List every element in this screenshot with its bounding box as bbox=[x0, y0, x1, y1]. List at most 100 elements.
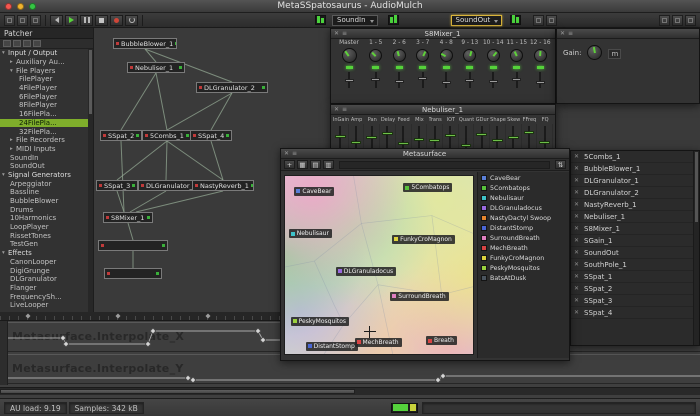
contraption-list-item[interactable]: ✕5Combs_1 bbox=[571, 151, 699, 163]
menu-icon[interactable]: ≡ bbox=[342, 107, 347, 113]
contraption-list-item[interactable]: ✕NastyReverb_1 bbox=[571, 199, 699, 211]
record-button[interactable] bbox=[110, 15, 123, 26]
palette-item[interactable]: 32FilePla... bbox=[0, 127, 88, 136]
remove-icon[interactable]: ✕ bbox=[574, 285, 581, 292]
channel-knob[interactable] bbox=[510, 49, 523, 62]
mini-fader[interactable] bbox=[512, 72, 521, 88]
remove-icon[interactable]: ✕ bbox=[574, 237, 581, 244]
contraption-list-item[interactable]: ✕DLGranulator_1 bbox=[571, 175, 699, 187]
close-icon[interactable]: ✕ bbox=[560, 31, 565, 37]
mini-fader[interactable] bbox=[536, 72, 545, 88]
palette-item[interactable]: LoopPlayer bbox=[0, 223, 88, 232]
palette-item[interactable]: DigiGrunge bbox=[0, 266, 88, 275]
input-port[interactable] bbox=[141, 184, 144, 187]
output-port[interactable] bbox=[262, 86, 265, 89]
dual-view-button[interactable]: ▥ bbox=[323, 160, 334, 169]
input-port[interactable] bbox=[130, 66, 133, 69]
snapshot-list-item[interactable]: FunkyCroMagnon bbox=[478, 253, 569, 263]
patcher-node[interactable]: SSpat_4 bbox=[190, 130, 232, 141]
input-port[interactable] bbox=[195, 184, 198, 187]
palette-item[interactable]: CanonLooper bbox=[0, 258, 88, 267]
snapshot-marker[interactable]: Breath bbox=[426, 336, 457, 345]
patcher-node[interactable]: Nebuliser_1 bbox=[127, 62, 185, 73]
palette-tab[interactable]: Patcher bbox=[0, 28, 93, 39]
rewind-button[interactable] bbox=[50, 15, 63, 26]
palette-item[interactable]: RissetTones bbox=[0, 231, 88, 240]
palette-item[interactable]: 6FilePlayer bbox=[0, 92, 88, 101]
input-port[interactable] bbox=[103, 134, 106, 137]
input-port[interactable] bbox=[199, 86, 202, 89]
stop-button[interactable] bbox=[95, 15, 108, 26]
help-icon[interactable] bbox=[685, 15, 696, 26]
palette-scrollbar[interactable] bbox=[88, 49, 93, 312]
channel-knob[interactable] bbox=[487, 49, 500, 62]
palette-item[interactable]: TestGen bbox=[0, 240, 88, 249]
close-icon[interactable]: ✕ bbox=[334, 107, 339, 113]
snapshot-list-item[interactable]: DLGranuladocus bbox=[478, 203, 569, 213]
remove-icon[interactable]: ✕ bbox=[574, 225, 581, 232]
palette-item[interactable]: Flanger bbox=[0, 284, 88, 293]
palette-item[interactable]: ▾File Players bbox=[0, 66, 88, 75]
remove-icon[interactable]: ✕ bbox=[574, 189, 581, 196]
minimize-window-button[interactable] bbox=[17, 3, 24, 10]
timeline-scrollbar[interactable] bbox=[0, 387, 700, 395]
contraption-list-item[interactable]: ✕SSpat_3 bbox=[571, 295, 699, 307]
output-port[interactable] bbox=[132, 184, 135, 187]
mini-fader[interactable] bbox=[371, 72, 380, 88]
patcher-node[interactable]: DLGranulator_2 bbox=[196, 82, 268, 93]
mini-fader[interactable] bbox=[395, 72, 404, 88]
patcher-node[interactable]: DLGranulator_1 bbox=[138, 180, 194, 191]
remove-icon[interactable]: ✕ bbox=[574, 249, 581, 256]
output-port[interactable] bbox=[156, 272, 159, 275]
snapshot-marker[interactable]: DistantStomp bbox=[306, 342, 358, 351]
palette-item[interactable]: 10Harmonics bbox=[0, 214, 88, 223]
output-port[interactable] bbox=[175, 42, 177, 45]
palette-item[interactable]: FilePlayer bbox=[0, 75, 88, 84]
patcher-node[interactable]: NastyReverb_1 bbox=[192, 180, 254, 191]
output-port[interactable] bbox=[226, 134, 229, 137]
snapshot-list-item[interactable]: NastyDactyl Swoop bbox=[478, 213, 569, 223]
menu-icon[interactable]: ≡ bbox=[342, 31, 347, 37]
snapshot-list-item[interactable]: PeskyMosquitos bbox=[478, 263, 569, 273]
channel-knob[interactable] bbox=[393, 49, 406, 62]
close-icon[interactable]: ✕ bbox=[334, 31, 339, 37]
remove-icon[interactable]: ✕ bbox=[574, 273, 581, 280]
channel-knob[interactable] bbox=[369, 49, 382, 62]
play-button[interactable] bbox=[65, 15, 78, 26]
contraption-list-item[interactable]: ✕SouthPole_1 bbox=[571, 259, 699, 271]
remove-icon[interactable]: ✕ bbox=[574, 153, 581, 160]
remove-icon[interactable]: ✕ bbox=[574, 261, 581, 268]
snapshot-list-item[interactable]: MechBreath bbox=[478, 243, 569, 253]
channel-knob[interactable] bbox=[534, 49, 547, 62]
close-icon[interactable]: ✕ bbox=[284, 151, 289, 157]
grid-view-button[interactable]: ▦ bbox=[297, 160, 308, 169]
palette-item[interactable]: BubbleBlower bbox=[0, 197, 88, 206]
input-port[interactable] bbox=[145, 134, 148, 137]
loop-button[interactable] bbox=[125, 15, 138, 26]
remove-icon[interactable]: ✕ bbox=[574, 177, 581, 184]
pause-button[interactable] bbox=[80, 15, 93, 26]
metronome-icon[interactable] bbox=[533, 15, 544, 26]
remove-icon[interactable]: ✕ bbox=[574, 213, 581, 220]
contraption-list-item[interactable]: ✕SSpat_1 bbox=[571, 271, 699, 283]
zoom-window-button[interactable] bbox=[29, 3, 36, 10]
palette-item[interactable]: ▾Input / Output bbox=[0, 49, 88, 58]
palette-item[interactable]: Arpeggiator bbox=[0, 179, 88, 188]
palette-item[interactable]: Drums bbox=[0, 205, 88, 214]
input-port[interactable] bbox=[106, 216, 109, 219]
snapshot-marker[interactable]: Nebulisaur bbox=[289, 229, 332, 238]
snapshot-marker[interactable]: SurroundBreath bbox=[390, 292, 448, 301]
palette-item[interactable]: 4FilePlayer bbox=[0, 84, 88, 93]
output-port[interactable] bbox=[179, 66, 182, 69]
palette-expand-icon[interactable] bbox=[23, 40, 31, 47]
patcher-node[interactable]: SSpat_2 bbox=[100, 130, 142, 141]
input-port[interactable] bbox=[99, 184, 102, 187]
mute-toggle[interactable]: m bbox=[608, 49, 621, 59]
scrollbar-thumb[interactable] bbox=[695, 152, 698, 222]
mini-fader[interactable] bbox=[345, 72, 354, 88]
input-port[interactable] bbox=[101, 244, 104, 247]
mini-fader[interactable] bbox=[489, 72, 498, 88]
menu-icon[interactable]: ≡ bbox=[568, 31, 573, 37]
output-port[interactable] bbox=[251, 184, 254, 187]
nebuliser-titlebar[interactable]: ✕ ≡ Nebuliser_1 bbox=[331, 105, 555, 115]
